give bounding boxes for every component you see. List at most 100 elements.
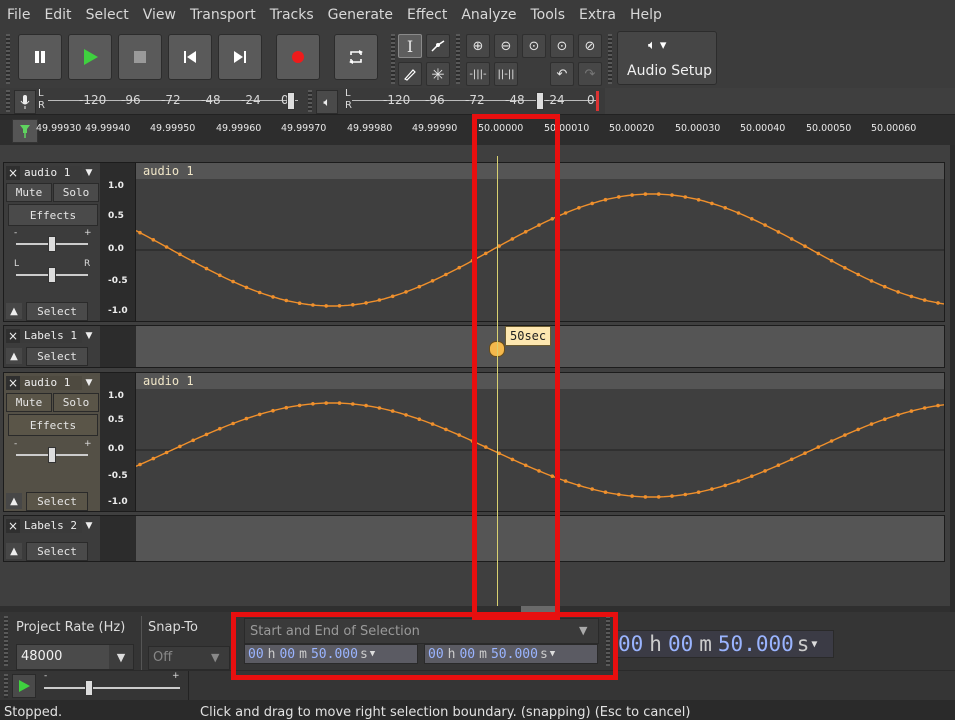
- play-meter-button[interactable]: 🔈︎: [316, 90, 338, 114]
- effects-button[interactable]: Effects: [8, 414, 98, 436]
- track-name-menu[interactable]: Labels 2: [20, 519, 82, 533]
- label-area[interactable]: [136, 516, 944, 561]
- select-track-button[interactable]: Select: [26, 492, 88, 511]
- multi-tool[interactable]: ✳: [426, 62, 450, 86]
- audio-setup-button[interactable]: 🔈︎ ▾ Audio Setup: [617, 31, 717, 85]
- timeline-ruler[interactable]: 49.99930 49.99940 49.99950 49.99960 49.9…: [0, 114, 955, 146]
- close-track-button[interactable]: ×: [6, 329, 20, 343]
- play-icon: [19, 680, 30, 692]
- pan-slider-thumb[interactable]: [48, 267, 56, 283]
- silence-audio-button[interactable]: ||-||: [494, 62, 518, 86]
- speed-slider-thumb[interactable]: [85, 680, 93, 696]
- chevron-down-icon[interactable]: ▼: [811, 639, 817, 650]
- selection-cursor-line[interactable]: [497, 156, 498, 606]
- vertical-scrollbar[interactable]: [950, 145, 955, 612]
- gain-slider-thumb[interactable]: [48, 447, 56, 463]
- solo-button[interactable]: Solo: [53, 393, 99, 412]
- track-name-menu[interactable]: audio 1: [20, 376, 82, 390]
- zoom-out-button[interactable]: ⊖: [494, 34, 518, 58]
- pin-playhead-button[interactable]: [12, 119, 38, 143]
- effects-button[interactable]: Effects: [8, 204, 98, 226]
- select-track-button[interactable]: Select: [26, 542, 88, 561]
- vertical-scale[interactable]: 1.0 0.5 0.0 -0.5 -1.0: [100, 373, 136, 511]
- envelope-tool[interactable]: [426, 34, 450, 58]
- menu-file[interactable]: File: [0, 7, 37, 23]
- track-name-menu[interactable]: Labels 1: [20, 329, 82, 343]
- draw-tool[interactable]: [398, 62, 422, 86]
- menu-tools[interactable]: Tools: [524, 7, 573, 23]
- menu-analyze[interactable]: Analyze: [454, 7, 523, 23]
- chevron-down-icon[interactable]: ▼: [82, 331, 96, 341]
- waveform-area[interactable]: audio 1: [136, 163, 944, 321]
- project-rate-combo[interactable]: 48000 ▼: [16, 644, 134, 670]
- skip-to-end-button[interactable]: [218, 34, 262, 80]
- menu-select[interactable]: Select: [79, 7, 136, 23]
- play-at-speed-grip[interactable]: [4, 674, 8, 698]
- trim-audio-button[interactable]: -|||-: [466, 62, 490, 86]
- redo-button[interactable]: ↷: [578, 62, 602, 86]
- menu-effect[interactable]: Effect: [400, 7, 454, 23]
- undo-button[interactable]: ↶: [550, 62, 574, 86]
- record-meter-button[interactable]: [14, 90, 36, 114]
- zoom-toggle-button[interactable]: ⊘: [578, 34, 602, 58]
- menu-tracks[interactable]: Tracks: [263, 7, 321, 23]
- play-button[interactable]: [68, 34, 112, 80]
- menu-view[interactable]: View: [136, 7, 183, 23]
- mute-button[interactable]: Mute: [6, 183, 52, 202]
- toolbar-grip[interactable]: [6, 34, 10, 84]
- speed-slider-track[interactable]: [44, 687, 180, 689]
- toolbar-grip-4[interactable]: [608, 34, 612, 84]
- chevron-down-icon[interactable]: ▼: [109, 645, 133, 669]
- play-at-speed-button[interactable]: [12, 674, 36, 698]
- record-meter-slider-thumb[interactable]: [287, 92, 295, 110]
- toolbar-grip-2[interactable]: [391, 34, 395, 84]
- close-track-button[interactable]: ×: [6, 519, 20, 533]
- collapse-track-button[interactable]: ▲: [6, 493, 22, 509]
- chevron-down-icon[interactable]: ▼: [550, 649, 555, 659]
- zoom-in-button[interactable]: ⊕: [466, 34, 490, 58]
- label-text[interactable]: 50sec: [505, 326, 552, 346]
- fit-project-button[interactable]: ⊙: [550, 34, 574, 58]
- audio-position-time[interactable]: 00 h 00 m 50.000 s ▼: [614, 630, 834, 658]
- close-track-button[interactable]: ×: [6, 376, 20, 390]
- collapse-track-button[interactable]: ▲: [6, 303, 22, 319]
- stop-button[interactable]: [118, 34, 162, 80]
- skip-to-start-button[interactable]: [168, 34, 212, 80]
- pause-button[interactable]: [18, 34, 62, 80]
- timeline-tick-label: 50.00010: [544, 123, 590, 134]
- mute-button[interactable]: Mute: [6, 393, 52, 412]
- selection-end-time[interactable]: 00 h 00 m 50.000 s ▼: [424, 644, 598, 664]
- play-meter-slider-thumb[interactable]: [536, 92, 544, 110]
- menu-extra[interactable]: Extra: [572, 7, 623, 23]
- waveform-area[interactable]: audio 1: [136, 373, 944, 511]
- select-track-button[interactable]: Select: [26, 302, 88, 321]
- selection-tool[interactable]: I: [398, 34, 422, 58]
- fit-selection-button[interactable]: ⊙: [522, 34, 546, 58]
- track-name-menu[interactable]: audio 1: [20, 166, 82, 180]
- meter-grip[interactable]: [6, 90, 10, 112]
- menu-help[interactable]: Help: [623, 7, 669, 23]
- record-button[interactable]: [276, 34, 320, 80]
- selection-mode-combo[interactable]: Start and End of Selection ▼: [244, 618, 599, 644]
- chevron-down-icon[interactable]: ▼: [82, 521, 96, 531]
- menu-transport[interactable]: Transport: [183, 7, 263, 23]
- vertical-scale[interactable]: 1.0 0.5 0.0 -0.5 -1.0: [100, 163, 136, 321]
- chevron-down-icon[interactable]: ▼: [82, 378, 96, 388]
- toolbar-grip-3[interactable]: [456, 34, 460, 84]
- select-track-button[interactable]: Select: [26, 347, 88, 366]
- chevron-down-icon[interactable]: ▼: [82, 168, 96, 178]
- selection-toolbar-grip[interactable]: [4, 616, 8, 666]
- collapse-track-button[interactable]: ▲: [6, 348, 22, 364]
- selection-start-time[interactable]: 00 h 00 m 50.000 s ▼: [244, 644, 418, 664]
- play-meter-grip[interactable]: [308, 90, 312, 112]
- close-track-button[interactable]: ×: [6, 166, 20, 180]
- time-toolbar-grip[interactable]: [606, 616, 610, 666]
- menu-edit[interactable]: Edit: [37, 7, 78, 23]
- loop-button[interactable]: [334, 34, 378, 80]
- snap-to-combo[interactable]: Off ▼: [148, 646, 230, 670]
- gain-slider-thumb[interactable]: [48, 236, 56, 252]
- collapse-track-button[interactable]: ▲: [6, 543, 22, 559]
- chevron-down-icon[interactable]: ▼: [370, 649, 375, 659]
- solo-button[interactable]: Solo: [53, 183, 99, 202]
- menu-generate[interactable]: Generate: [321, 7, 400, 23]
